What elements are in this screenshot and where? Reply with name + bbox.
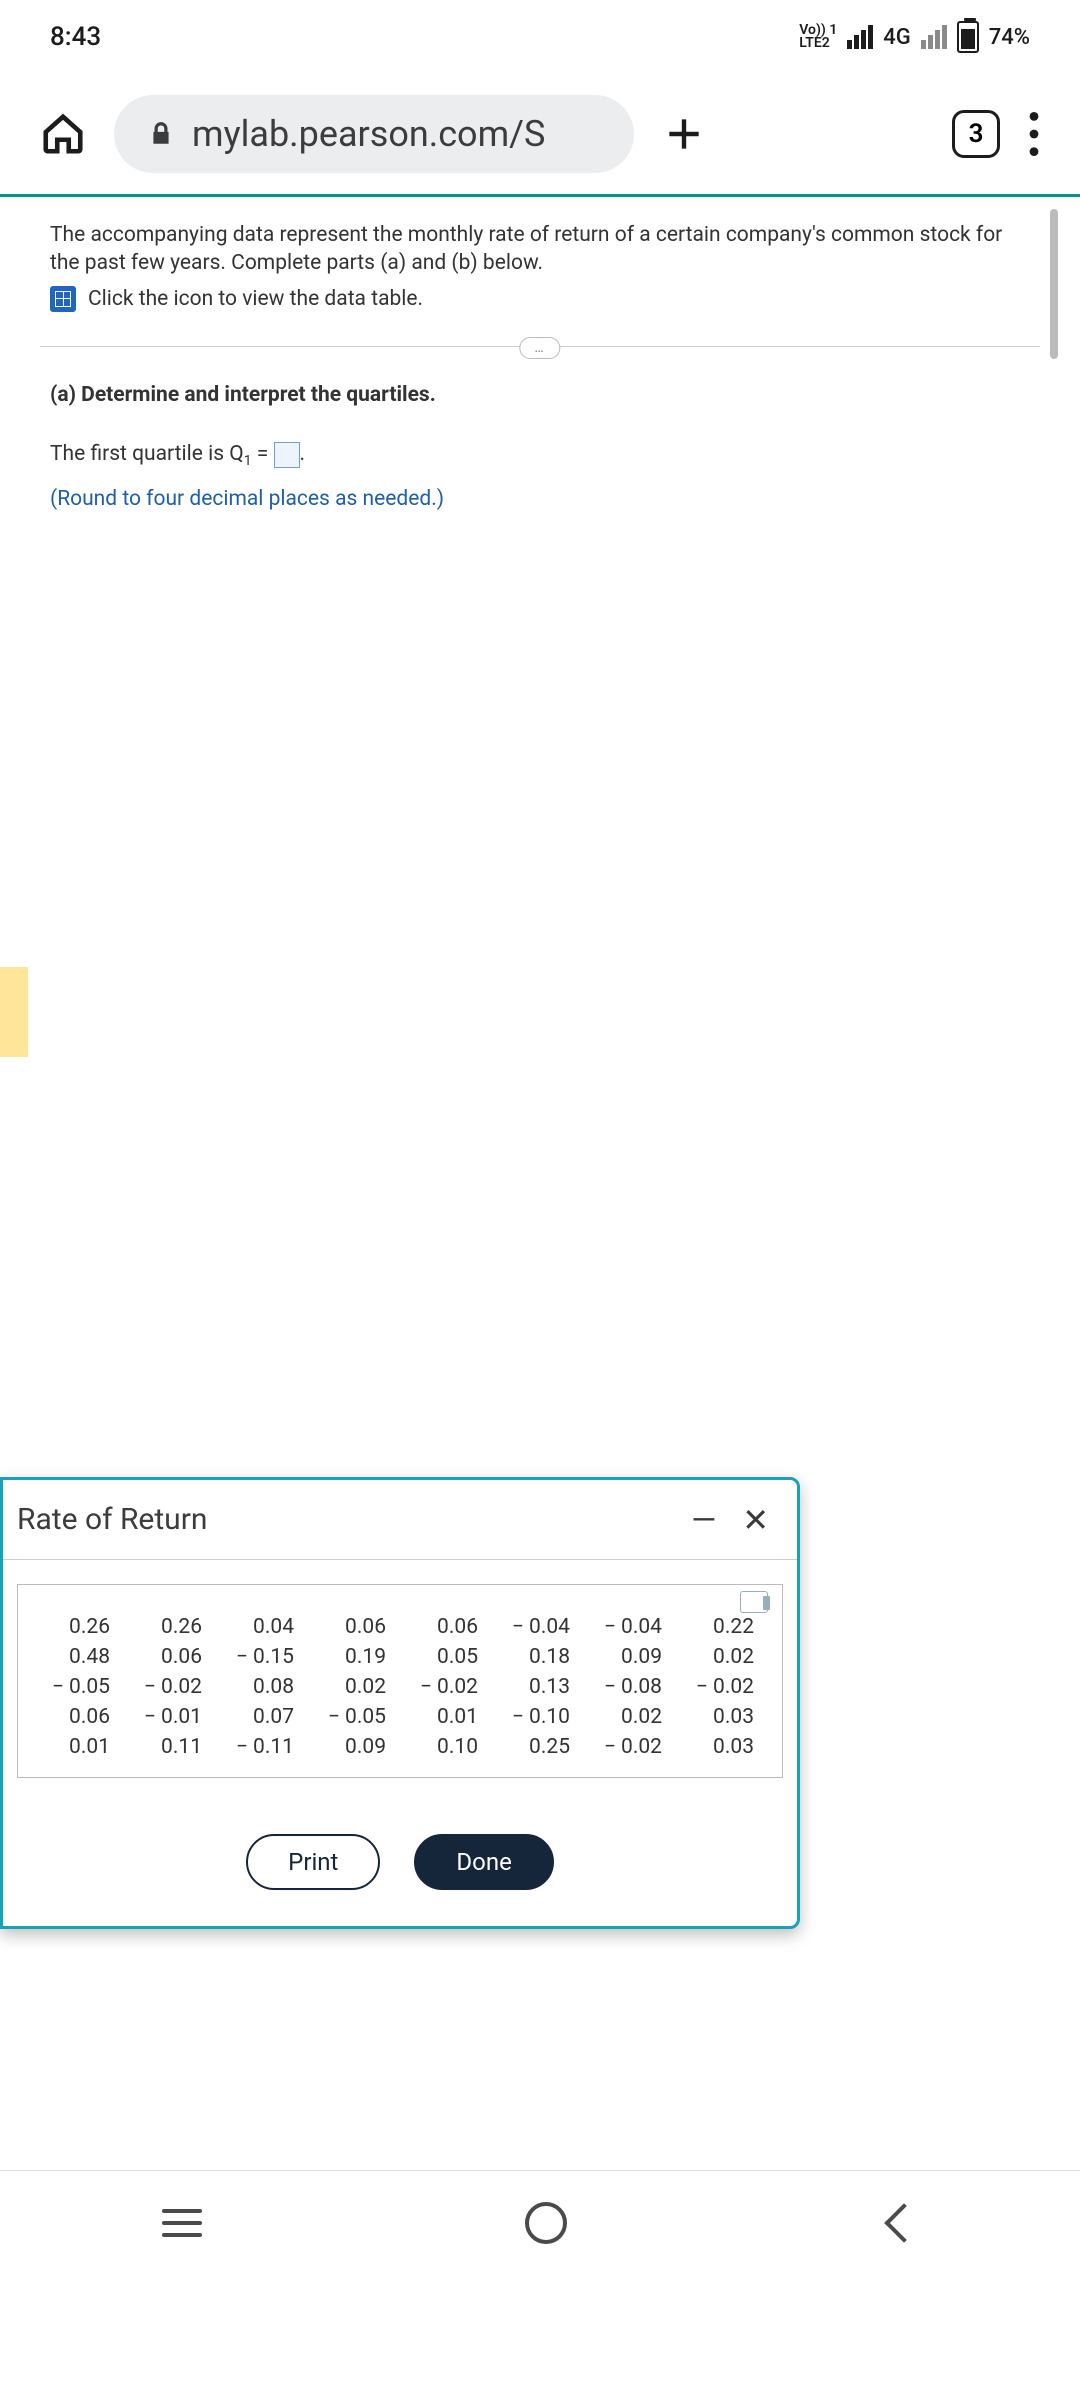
data-cell: − 0.01 <box>124 1705 216 1729</box>
lock-icon <box>148 119 174 149</box>
back-button[interactable] <box>885 2203 925 2243</box>
data-cell: 0.06 <box>400 1615 492 1639</box>
data-cell: − 0.02 <box>676 1675 768 1699</box>
q1-input[interactable] <box>274 442 300 468</box>
data-cell: 0.04 <box>216 1615 308 1639</box>
part-a-text: (a) Determine and interpret the quartile… <box>50 383 436 407</box>
data-cell: 0.01 <box>400 1705 492 1729</box>
close-icon[interactable]: ✕ <box>742 1504 769 1536</box>
url-text: mylab.pearson.com/S <box>192 113 545 155</box>
modal-title: Rate of Return <box>17 1502 691 1537</box>
data-cell: 0.02 <box>308 1675 400 1699</box>
android-nav-bar <box>0 2170 1080 2274</box>
data-cell: 0.03 <box>676 1705 768 1729</box>
page-content: The accompanying data represent the mont… <box>0 194 1080 2274</box>
data-cell: 0.07 <box>216 1705 308 1729</box>
data-cell: − 0.11 <box>216 1735 308 1759</box>
new-tab-icon[interactable] <box>662 112 706 156</box>
data-cell: 0.02 <box>584 1705 676 1729</box>
data-cell: 0.22 <box>676 1615 768 1639</box>
expand-pill[interactable]: … <box>519 337 560 359</box>
network-4g: 4G <box>883 25 911 50</box>
data-cell: 0.18 <box>492 1645 584 1669</box>
scrollbar[interactable] <box>1050 209 1058 359</box>
quartile-line: The first quartile is Q1 = . <box>50 436 1030 474</box>
side-tab[interactable] <box>0 967 28 1057</box>
data-cell: 0.09 <box>308 1735 400 1759</box>
more-menu-icon[interactable] <box>1028 112 1040 156</box>
data-cell: − 0.04 <box>492 1615 584 1639</box>
rounding-hint: (Round to four decimal places as needed.… <box>50 481 1030 519</box>
table-icon[interactable] <box>50 286 76 312</box>
address-bar[interactable]: mylab.pearson.com/S <box>114 95 634 173</box>
browser-toolbar: mylab.pearson.com/S 3 <box>0 74 1080 194</box>
data-cell: 0.02 <box>676 1645 768 1669</box>
copy-icon[interactable] <box>740 1591 768 1613</box>
data-cell: 0.26 <box>32 1615 124 1639</box>
data-cell: − 0.05 <box>32 1675 124 1699</box>
view-data-link[interactable]: Click the icon to view the data table. <box>88 287 423 311</box>
data-cell: 0.06 <box>308 1615 400 1639</box>
done-button[interactable]: Done <box>414 1834 553 1890</box>
data-cell: 0.11 <box>124 1735 216 1759</box>
data-cell: 0.09 <box>584 1645 676 1669</box>
part-a: (a) Determine and interpret the quartile… <box>0 347 1080 519</box>
minimize-icon[interactable]: — <box>691 1504 716 1536</box>
data-table: 0.260.260.040.060.06− 0.04− 0.040.220.48… <box>17 1584 783 1778</box>
battery-icon <box>957 21 979 53</box>
problem-intro: The accompanying data represent the mont… <box>50 221 1040 278</box>
data-cell: − 0.08 <box>584 1675 676 1699</box>
data-cell: − 0.02 <box>400 1675 492 1699</box>
signal-bars-1-icon <box>847 25 873 49</box>
data-cell: − 0.02 <box>124 1675 216 1699</box>
data-cell: 0.03 <box>676 1735 768 1759</box>
data-cell: 0.10 <box>400 1735 492 1759</box>
data-cell: 0.08 <box>216 1675 308 1699</box>
data-cell: 0.06 <box>124 1645 216 1669</box>
network-label: Vo)) 1 LTE2 <box>799 24 837 49</box>
home-icon[interactable] <box>40 111 86 157</box>
clock: 8:43 <box>50 22 101 52</box>
data-cell: 0.06 <box>32 1705 124 1729</box>
data-modal: Rate of Return — ✕ 0.260.260.040.060.06−… <box>0 1477 800 1929</box>
recents-button[interactable] <box>162 2205 202 2241</box>
data-cell: 0.48 <box>32 1645 124 1669</box>
print-button[interactable]: Print <box>246 1834 380 1890</box>
data-cell: − 0.15 <box>216 1645 308 1669</box>
status-bar: 8:43 Vo)) 1 LTE2 4G 74% <box>0 0 1080 74</box>
tab-switcher[interactable]: 3 <box>952 110 1000 158</box>
home-button[interactable] <box>525 2202 567 2244</box>
data-cell: − 0.05 <box>308 1705 400 1729</box>
data-cell: 0.25 <box>492 1735 584 1759</box>
data-cell: 0.13 <box>492 1675 584 1699</box>
data-cell: 0.01 <box>32 1735 124 1759</box>
data-cell: − 0.02 <box>584 1735 676 1759</box>
data-cell: − 0.04 <box>584 1615 676 1639</box>
status-right: Vo)) 1 LTE2 4G 74% <box>799 21 1030 53</box>
section-divider: … <box>40 346 1040 347</box>
signal-bars-2-icon <box>921 25 947 49</box>
data-cell: 0.26 <box>124 1615 216 1639</box>
battery-percent: 74% <box>989 25 1030 50</box>
data-cell: − 0.10 <box>492 1705 584 1729</box>
data-cell: 0.19 <box>308 1645 400 1669</box>
data-cell: 0.05 <box>400 1645 492 1669</box>
